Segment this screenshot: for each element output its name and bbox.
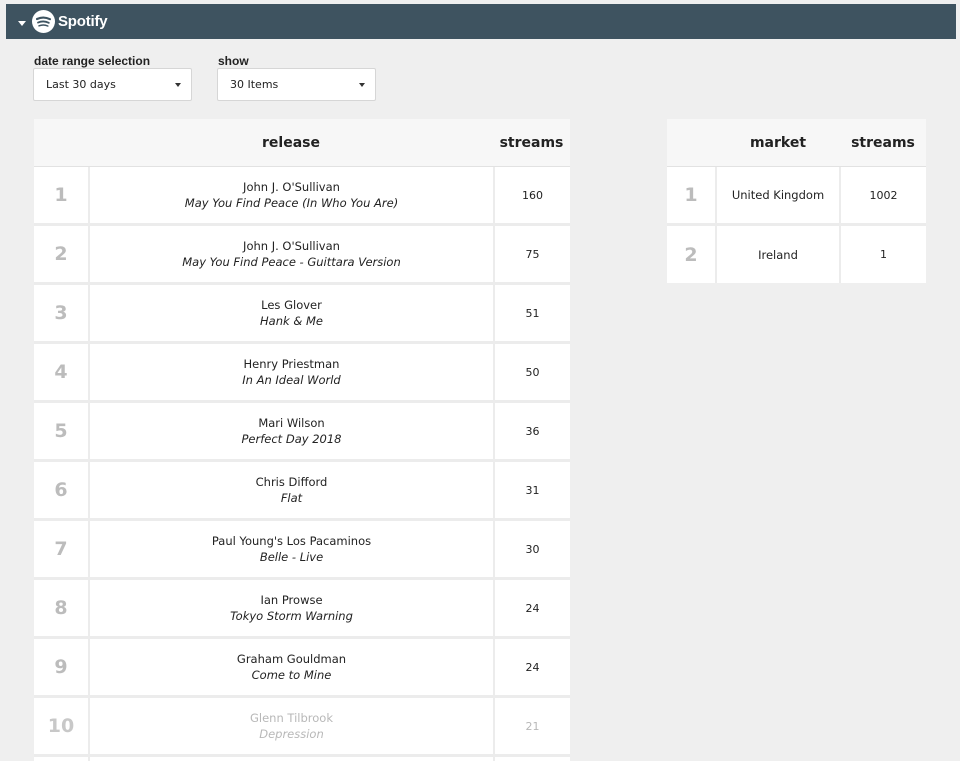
stream-count: 30 [525,542,540,556]
stream-count: 160 [522,188,543,202]
rank-number: 1 [54,184,68,206]
releases-table: release streams 1 John J. O'Sullivan May… [34,119,570,761]
table-row[interactable]: 2 Ireland 1 [667,226,926,283]
rank-number: 3 [54,302,68,324]
artist-name: Ian Prowse [260,593,323,607]
table-row[interactable]: 2 John J. O'Sullivan May You Find Peace … [34,226,570,285]
spotify-section-header: Spotify [6,4,956,39]
stream-count: 36 [525,424,540,438]
artist-name: Les Glover [261,298,322,312]
releases-table-header: release streams [34,119,570,167]
release-title: May You Find Peace - Guittara Version [182,255,401,269]
show-count-value: 30 Items [230,78,279,91]
stream-count: 24 [525,601,540,615]
table-row[interactable]: 1 United Kingdom 1002 [667,167,926,226]
artist-name: Henry Priestman [243,357,340,371]
artist-name: Mari Wilson [258,416,325,430]
markets-table: market streams 1 United Kingdom 1002 2 I… [667,119,926,283]
date-range-select[interactable]: Last 30 days [33,68,192,101]
table-row[interactable]: 7 Paul Young's Los Pacaminos Belle - Liv… [34,521,570,580]
rank-number: 8 [54,597,68,619]
brand-name: Spotify [58,13,108,30]
rank-number: 2 [684,243,698,266]
rank-number: 4 [54,361,68,383]
stream-count: 21 [525,719,540,733]
column-header-release[interactable]: release [89,119,493,166]
release-title: Tokyo Storm Warning [230,609,353,623]
stream-count: 31 [525,483,540,497]
rank-number: 6 [54,479,68,501]
rank-number: 10 [47,715,75,737]
date-range-label: date range selection [34,54,151,68]
stream-count: 50 [525,365,540,379]
chevron-down-icon [175,83,181,87]
show-label: show [218,54,249,68]
artist-name: Paul Young's Los Pacaminos [211,534,372,548]
table-row[interactable]: 4 Henry Priestman In An Ideal World 50 [34,344,570,403]
release-title: Perfect Day 2018 [241,432,342,446]
release-title: Hank & Me [260,314,323,328]
release-title: Flat [280,491,303,505]
table-row[interactable]: 5 Mari Wilson Perfect Day 2018 36 [34,403,570,462]
markets-table-header: market streams [667,119,926,167]
column-header-streams[interactable]: streams [840,119,926,166]
market-name: United Kingdom [731,188,825,202]
date-range-value: Last 30 days [46,78,116,91]
release-title: Belle - Live [259,550,324,564]
table-row[interactable]: 8 Ian Prowse Tokyo Storm Warning 24 [34,580,570,639]
rank-number: 7 [54,538,68,560]
rank-number: 1 [684,184,698,206]
artist-name: Graham Gouldman [236,652,347,666]
rank-number: 2 [54,243,68,265]
stream-count: 1002 [869,188,898,202]
artist-name: Glenn Tilbrook [250,711,333,725]
release-title: Depression [259,727,324,741]
release-title: May You Find Peace (In Who You Are) [184,196,399,210]
stream-count: 24 [525,660,540,674]
stream-count: 1 [880,248,887,261]
column-header-streams[interactable]: streams [493,119,570,166]
chevron-down-icon [359,83,365,87]
table-row[interactable]: 3 Les Glover Hank & Me 51 [34,285,570,344]
artist-name: John J. O'Sullivan [243,180,340,194]
table-row[interactable]: 9 Graham Gouldman Come to Mine 24 [34,639,570,698]
release-title: Come to Mine [251,668,332,682]
spotify-logo: Spotify [32,10,108,33]
column-header-market[interactable]: market [716,119,840,166]
rank-number: 9 [54,656,68,678]
release-title: In An Ideal World [242,373,341,387]
spotify-icon [32,10,55,33]
stream-count: 51 [525,306,540,320]
rank-number: 5 [54,420,68,442]
show-count-select[interactable]: 30 Items [217,68,376,101]
artist-name: John J. O'Sullivan [243,239,340,253]
artist-name: Chris Difford [255,475,328,489]
table-row[interactable]: 10 Glenn Tilbrook Depression 21 [34,698,570,757]
table-row[interactable]: 1 John J. O'Sullivan May You Find Peace … [34,167,570,226]
table-row-partial [34,757,570,761]
market-name: Ireland [758,247,798,262]
collapse-caret-icon[interactable] [18,20,26,26]
table-row[interactable]: 6 Chris Difford Flat 31 [34,462,570,521]
stream-count: 75 [525,247,540,261]
